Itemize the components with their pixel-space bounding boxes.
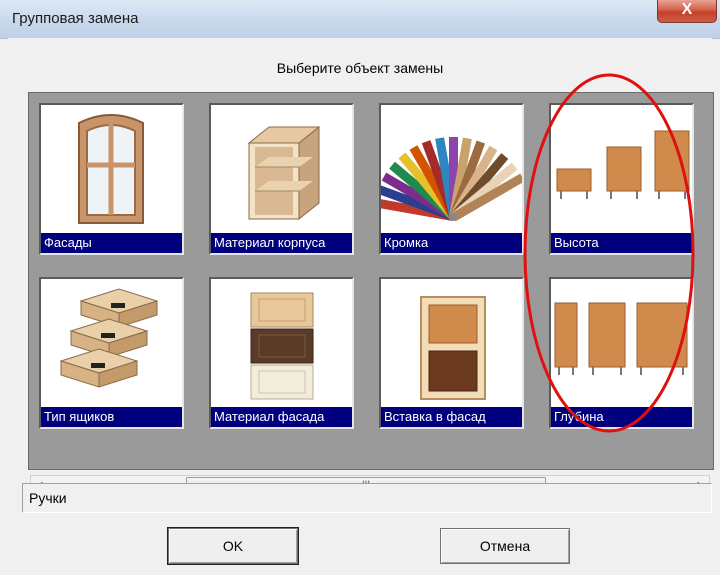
tile-facade-insert[interactable]: Вставка в фасад [379,277,524,429]
tile-label: Вставка в фасад [381,407,522,427]
edge-color-fan-icon [381,137,522,222]
tile-depth[interactable]: Глубина [549,277,694,429]
close-icon: X [681,1,693,18]
status-field: Ручки [22,483,712,513]
cancel-button[interactable]: Отмена [440,528,570,564]
facade-material-icon [250,292,314,400]
tile-label: Материал корпуса [211,233,352,253]
facade-insert-icon [420,296,486,400]
dialog-client-area: Выберите объект замены Фасады Материал к… [8,38,714,575]
object-grid: Фасады Материал корпуса Кромка Высота Ти… [28,92,714,470]
tile-drawer-type[interactable]: Тип ящиков [39,277,184,429]
height-cabinets-icon [556,130,690,199]
window-title: Групповая замена [12,10,139,27]
facade-door-icon [78,114,144,224]
tile-label: Высота [551,233,692,253]
tile-facades[interactable]: Фасады [39,103,184,255]
tile-edge[interactable]: Кромка [379,103,524,255]
tile-label: Фасады [41,233,182,253]
tile-label: Глубина [551,407,692,427]
dialog-window: Групповая замена X Выберите объект замен… [0,0,720,575]
tile-height[interactable]: Высота [549,103,694,255]
header-label: Выберите объект замены [276,60,444,76]
drawers-icon [59,288,159,388]
depth-cabinets-icon [554,302,688,375]
title-bar[interactable]: Групповая замена X [0,0,720,39]
tile-label: Материал фасада [211,407,352,427]
close-button[interactable]: X [657,0,717,23]
tile-label: Кромка [381,233,522,253]
tile-body-material[interactable]: Материал корпуса [209,103,354,255]
cabinet-body-icon [247,125,321,221]
ok-button[interactable]: OK [167,527,299,565]
tile-label: Тип ящиков [41,407,182,427]
tile-facade-material[interactable]: Материал фасада [209,277,354,429]
